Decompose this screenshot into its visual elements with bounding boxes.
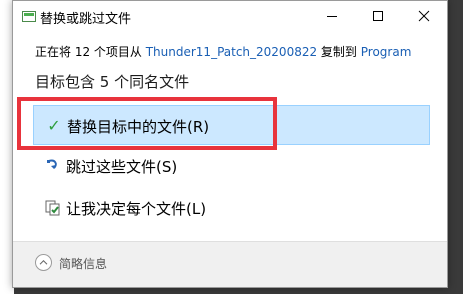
minimize-button[interactable]: [309, 1, 355, 32]
close-icon: [418, 10, 430, 22]
decide-files-icon: [45, 200, 60, 216]
fewer-details-link[interactable]: 简略信息: [59, 255, 107, 272]
source-folder-link[interactable]: Thunder11_Patch_20200822: [146, 45, 317, 59]
conflict-heading: 目标包含 5 个同名文件: [35, 73, 190, 91]
replace-or-skip-dialog: 替换或跳过文件 正在将 12 个项目从 Thunder11_Patch_2020…: [12, 0, 448, 288]
window-title: 替换或跳过文件: [40, 12, 132, 27]
decide-each-file-label: 让我决定每个文件(L): [66, 200, 207, 218]
maximize-button[interactable]: [355, 1, 401, 32]
checkmark-icon: ✓: [47, 116, 61, 135]
replace-files-label: 替换目标中的文件(R): [67, 118, 210, 136]
decide-each-file-option[interactable]: 让我决定每个文件(L): [33, 188, 430, 228]
status-middle: 复制到: [317, 45, 361, 59]
skip-files-label: 跳过这些文件(S): [66, 158, 178, 176]
file-copy-icon: [22, 11, 36, 22]
dialog-footer: 简略信息: [13, 241, 447, 287]
skip-arrow-icon: [47, 159, 57, 169]
close-button[interactable]: [401, 1, 447, 32]
status-prefix: 正在将 12 个项目从: [35, 45, 146, 59]
chevron-up-icon[interactable]: [35, 254, 52, 271]
screen: 替换或跳过文件 正在将 12 个项目从 Thunder11_Patch_2020…: [0, 0, 463, 294]
title-bar[interactable]: 替换或跳过文件: [13, 1, 447, 32]
minimize-icon: [327, 16, 337, 17]
destination-folder-link[interactable]: Program: [361, 45, 412, 59]
skip-files-option[interactable]: 跳过这些文件(S): [33, 146, 430, 186]
replace-files-option[interactable]: ✓ 替换目标中的文件(R): [33, 105, 430, 145]
copy-status-text: 正在将 12 个项目从 Thunder11_Patch_20200822 复制到…: [35, 43, 411, 60]
maximize-icon: [373, 11, 383, 21]
